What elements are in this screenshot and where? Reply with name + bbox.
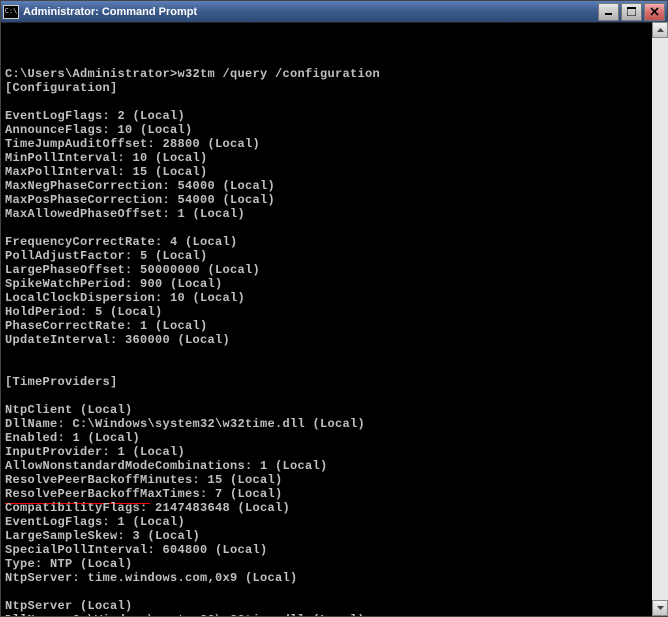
ntpclient-header: NtpClient (Local) <box>5 403 133 417</box>
ntpclient-line: AllowNonstandardModeCombinations: 1 (Loc… <box>5 459 328 473</box>
ntpclient-line: ResolvePeerBackoffMaxTimes: 7 (Local) <box>5 487 283 501</box>
ntpclient-line: ResolvePeerBackoffMinutes: 15 (Local) <box>5 473 283 487</box>
ntpclient-line: CompatibilityFlags: 2147483648 (Local) <box>5 501 290 515</box>
maximize-button[interactable] <box>621 3 642 21</box>
config-line: LargePhaseOffset: 50000000 (Local) <box>5 263 260 277</box>
config-line: FrequencyCorrectRate: 4 (Local) <box>5 235 238 249</box>
config-line: MinPollInterval: 10 (Local) <box>5 151 208 165</box>
scroll-up-button[interactable] <box>652 22 668 38</box>
prompt: C:\Users\Administrator> <box>5 67 178 81</box>
config-line: MaxPosPhaseCorrection: 54000 (Local) <box>5 193 275 207</box>
cmd-icon: C:\ <box>3 5 19 19</box>
config-line: MaxAllowedPhaseOffset: 1 (Local) <box>5 207 245 221</box>
config-line: AnnounceFlags: 10 (Local) <box>5 123 193 137</box>
command-text: w32tm /query /configuration <box>178 67 381 81</box>
ntpserver-header: NtpServer (Local) <box>5 599 133 613</box>
window-controls <box>598 3 665 21</box>
ntpclient-line: InputProvider: 1 (Local) <box>5 445 185 459</box>
terminal-output: C:\Users\Administrator>w32tm /query /con… <box>5 67 663 616</box>
section-header-configuration: [Configuration] <box>5 81 118 95</box>
config-line: MaxNegPhaseCorrection: 54000 (Local) <box>5 179 275 193</box>
config-line: LocalClockDispersion: 10 (Local) <box>5 291 245 305</box>
section-header-timeproviders: [TimeProviders] <box>5 375 118 389</box>
config-line: SpikeWatchPeriod: 900 (Local) <box>5 277 223 291</box>
config-line: HoldPeriod: 5 (Local) <box>5 305 163 319</box>
config-line: UpdateInterval: 360000 (Local) <box>5 333 230 347</box>
ntpclient-line: EventLogFlags: 1 (Local) <box>5 515 185 529</box>
config-line: EventLogFlags: 2 (Local) <box>5 109 185 123</box>
config-line: MaxPollInterval: 15 (Local) <box>5 165 208 179</box>
minimize-button[interactable] <box>598 3 619 21</box>
window-title: Administrator: Command Prompt <box>23 6 598 18</box>
ntpclient-line: NtpServer: time.windows.com,0x9 (Local) <box>5 571 298 585</box>
config-line: PhaseCorrectRate: 1 (Local) <box>5 319 208 333</box>
titlebar[interactable]: C:\ Administrator: Command Prompt <box>1 1 667 23</box>
terminal-area[interactable]: C:\Users\Administrator>w32tm /query /con… <box>1 23 667 616</box>
ntpclient-line: Type: NTP (Local) <box>5 557 133 571</box>
config-line: PollAdjustFactor: 5 (Local) <box>5 249 208 263</box>
config-line: TimeJumpAuditOffset: 28800 (Local) <box>5 137 260 151</box>
ntpclient-line: SpecialPollInterval: 604800 (Local) <box>5 543 268 557</box>
ntpclient-line: Enabled: 1 (Local) <box>5 431 140 445</box>
ntpserver-line: DllName: C:\Windows\system32\w32time.dll… <box>5 613 365 616</box>
ntpclient-line: LargeSampleSkew: 3 (Local) <box>5 529 200 543</box>
ntpclient-line: DllName: C:\Windows\system32\w32time.dll… <box>5 417 365 431</box>
close-button[interactable] <box>644 3 665 21</box>
